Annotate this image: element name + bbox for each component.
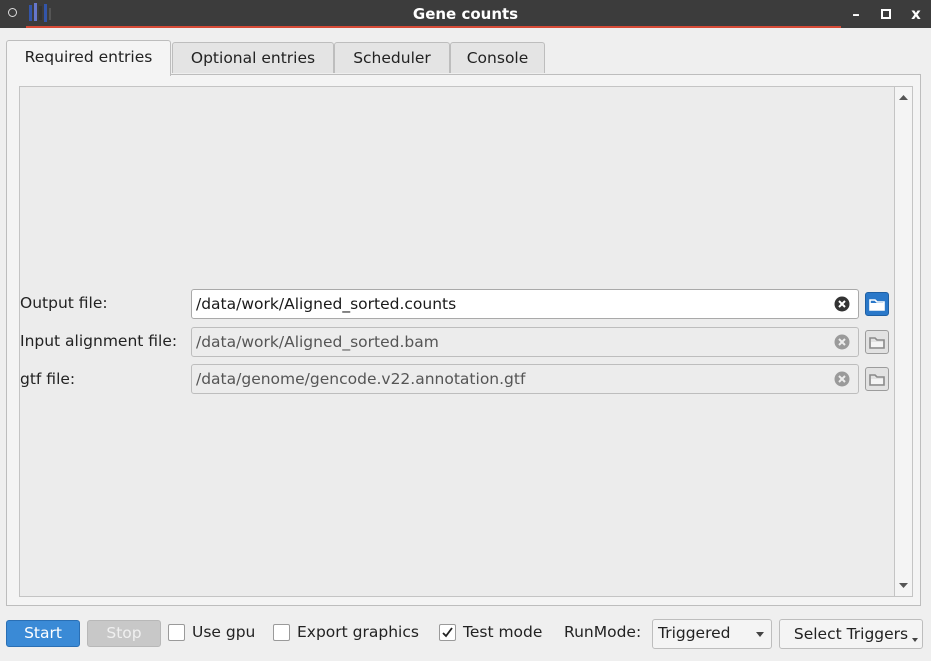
maximize-icon: [881, 9, 891, 19]
gtf-file-input[interactable]: [192, 365, 816, 393]
stop-button[interactable]: Stop: [87, 620, 161, 647]
tab-optional-entries[interactable]: Optional entries: [172, 42, 334, 73]
select-triggers-button[interactable]: Select Triggers: [779, 619, 923, 649]
maximize-button[interactable]: [876, 4, 896, 24]
select-triggers-label: Select Triggers: [793, 625, 909, 643]
test-mode-label: Test mode: [463, 623, 543, 641]
use-gpu-checkbox[interactable]: [168, 624, 185, 641]
checkmark-icon: [442, 627, 453, 638]
export-graphics-checkbox[interactable]: [273, 624, 290, 641]
tab-console[interactable]: Console: [450, 42, 545, 73]
folder-icon: [869, 374, 885, 386]
runmode-select[interactable]: Triggered: [652, 619, 772, 649]
tab-required-entries[interactable]: Required entries: [6, 40, 171, 76]
minimize-button[interactable]: –: [846, 4, 866, 24]
start-button[interactable]: Start: [6, 620, 80, 647]
folder-icon: [869, 299, 885, 311]
scroll-up-icon[interactable]: [895, 89, 912, 105]
input-alignment-file-label: Input alignment file:: [20, 332, 178, 350]
gtf-file-label: gtf file:: [20, 370, 76, 388]
runmode-value: Triggered: [658, 624, 731, 642]
clear-icon[interactable]: [834, 296, 850, 312]
tab-scheduler[interactable]: Scheduler: [334, 42, 450, 73]
use-gpu-label: Use gpu: [192, 623, 256, 641]
test-mode-checkbox[interactable]: [439, 624, 456, 641]
folder-icon: [869, 337, 885, 349]
browse-input-alignment-button[interactable]: [865, 330, 889, 354]
export-graphics-label: Export graphics: [297, 623, 419, 641]
input-alignment-file-input[interactable]: [192, 328, 816, 356]
output-file-field[interactable]: [191, 289, 859, 319]
output-file-input[interactable]: [192, 290, 816, 318]
browse-output-button[interactable]: [865, 292, 889, 316]
scroll-down-icon[interactable]: [895, 578, 912, 594]
gtf-file-field[interactable]: [191, 364, 859, 394]
close-button[interactable]: x: [906, 4, 926, 24]
title-accent-line: [26, 26, 841, 28]
runmode-label: RunMode:: [564, 623, 642, 641]
input-alignment-file-field[interactable]: [191, 327, 859, 357]
window-title: Gene counts: [412, 5, 519, 23]
dropdown-indicator-icon: [912, 638, 918, 642]
browse-gtf-button[interactable]: [865, 367, 889, 391]
clear-icon[interactable]: [834, 371, 850, 387]
chevron-down-icon: [756, 632, 764, 637]
clear-icon[interactable]: [834, 334, 850, 350]
bottom-toolbar: Start Stop Use gpu Export graphics Test …: [0, 616, 931, 652]
output-file-label: Output file:: [20, 294, 108, 312]
title-bar: Gene counts – x: [0, 0, 931, 28]
vertical-scrollbar[interactable]: [895, 86, 913, 597]
